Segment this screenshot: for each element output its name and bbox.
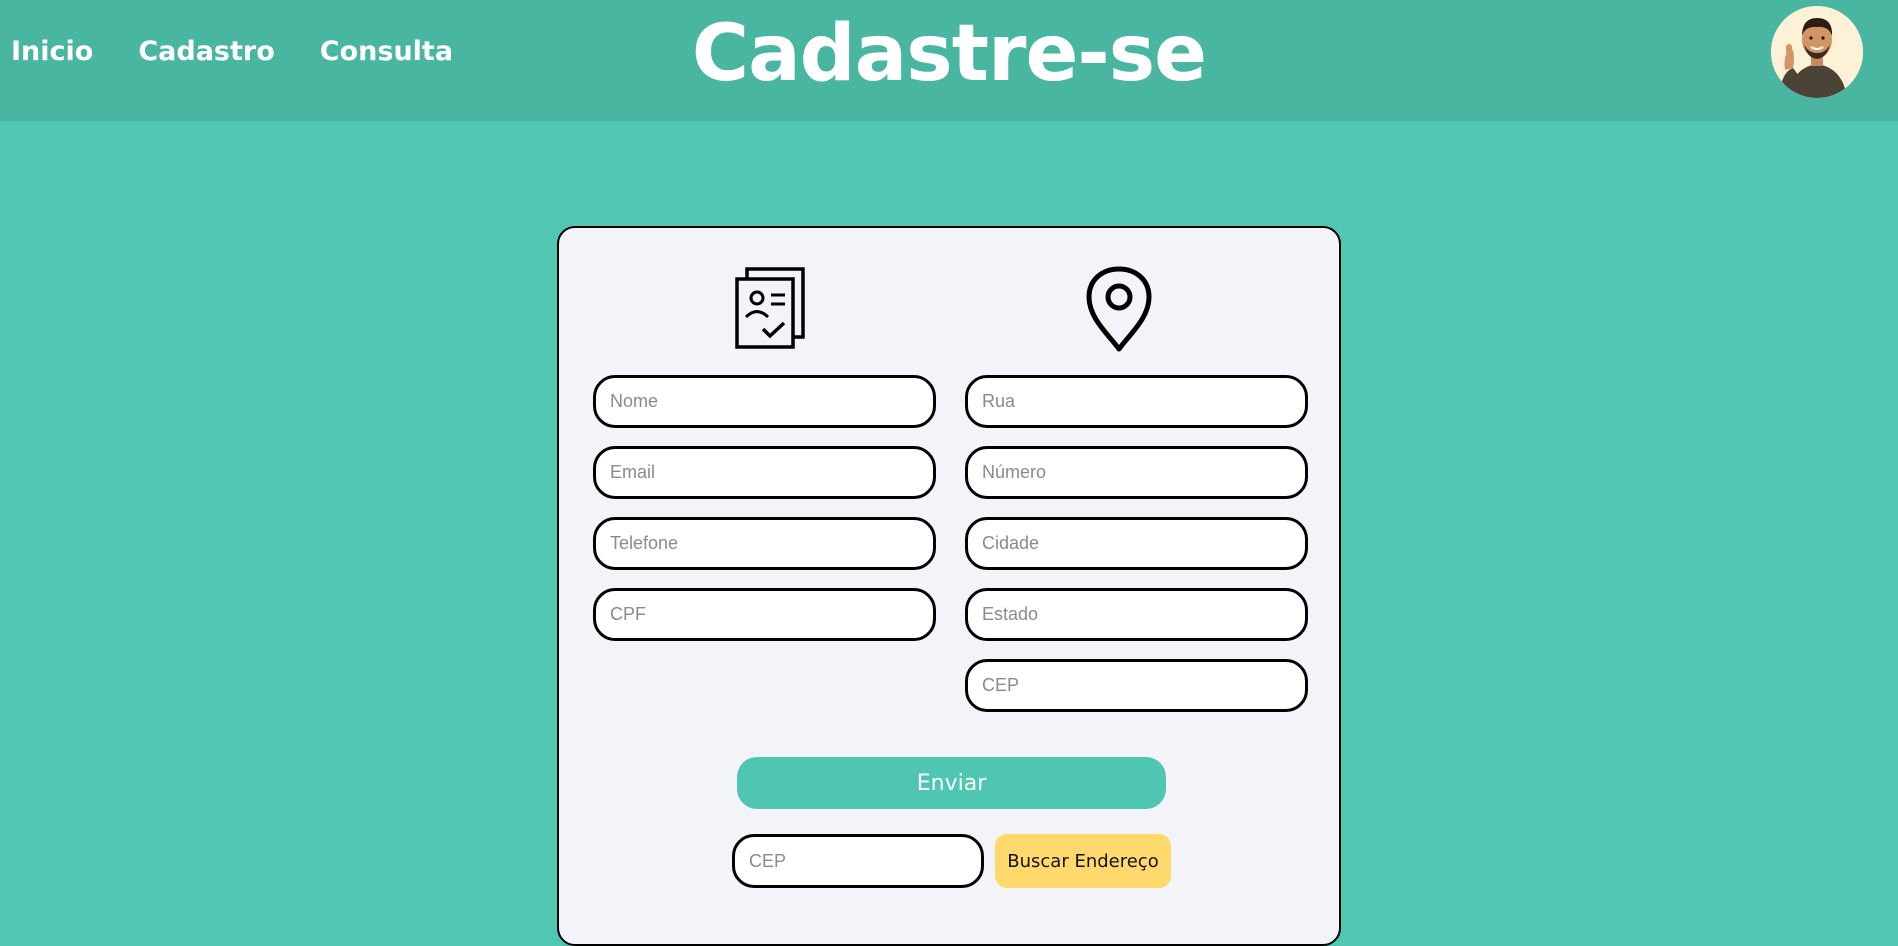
avatar[interactable] (1771, 6, 1863, 98)
document-profile-icon (735, 267, 807, 349)
submit-button[interactable]: Enviar (737, 757, 1166, 809)
cpf-field[interactable] (593, 588, 936, 641)
number-field[interactable] (965, 446, 1308, 499)
search-address-button[interactable]: Buscar Endereço (995, 834, 1171, 888)
state-field[interactable] (965, 588, 1308, 641)
cep-field[interactable] (965, 659, 1308, 712)
registration-card: Enviar Buscar Endereço (557, 226, 1341, 946)
map-pin-icon (1086, 266, 1152, 352)
phone-field[interactable] (593, 517, 936, 570)
name-field[interactable] (593, 375, 936, 428)
top-header: Inicio Cadastro Consulta Cadastre-se (0, 0, 1898, 121)
city-field[interactable] (965, 517, 1308, 570)
street-field[interactable] (965, 375, 1308, 428)
email-field[interactable] (593, 446, 936, 499)
page-title: Cadastre-se (691, 9, 1207, 99)
cep-search-input[interactable] (732, 834, 984, 888)
avatar-illustration (1771, 6, 1863, 98)
